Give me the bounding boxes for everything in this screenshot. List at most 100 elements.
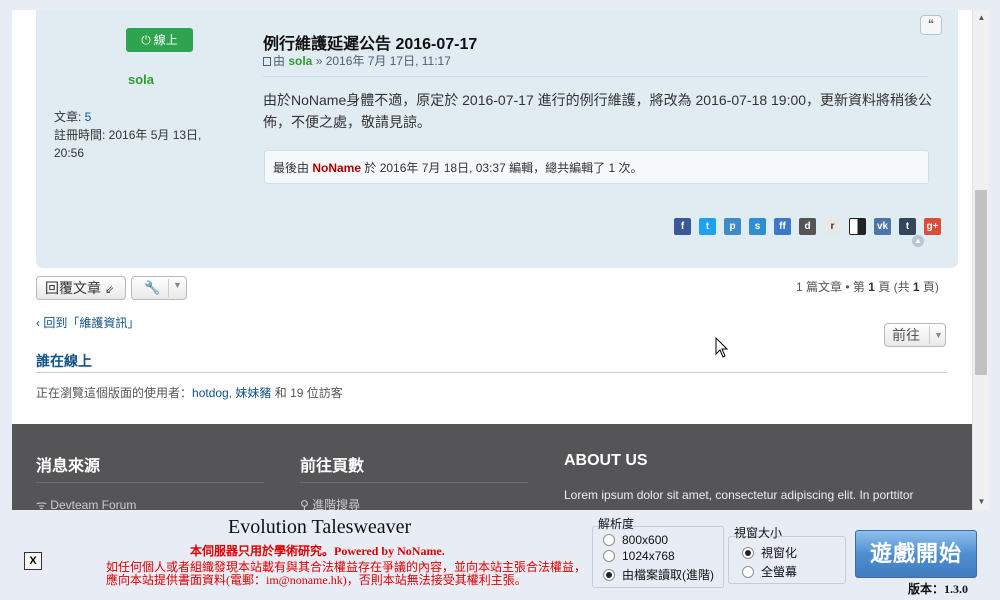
version-label: 版本：1.3.0 — [908, 582, 969, 596]
post-card: ⏻ 線上 sola 文章: 5 註冊時間: 2016年 5月 13日, 20:56… — [36, 10, 958, 268]
scroll-up-arrow-icon[interactable]: ▲ — [973, 10, 990, 26]
resolution-label: 解析度 — [598, 517, 635, 531]
post-meta: 由 sola » 2016年 7月 17日, 11:17 — [263, 52, 451, 69]
pagination-mid: 頁 (共 — [874, 280, 913, 294]
post-title[interactable]: 例行維護延遲公告 2016-07-17 — [263, 30, 477, 54]
window-option[interactable]: 視窗化 — [742, 544, 797, 561]
post-meta-user[interactable]: sola — [288, 54, 312, 68]
footer-about-text: Lorem ipsum dolor sit amet, consectetur … — [564, 488, 914, 502]
pagination-suffix: 頁) — [919, 280, 939, 294]
resolution-option[interactable]: 800x600 — [603, 533, 668, 547]
author-profile: 文章: 5 註冊時間: 2016年 5月 13日, 20:56 — [54, 108, 224, 162]
quote-button[interactable]: “ — [920, 15, 942, 35]
back-to-forum-link[interactable]: ‹ 回到「維護資訊」 — [36, 314, 139, 331]
radio-button[interactable] — [742, 547, 754, 559]
mouse-cursor-icon — [715, 337, 729, 358]
research-notice: 本伺服器只用於學術研究。Powered by NoName. — [190, 544, 445, 558]
pagination-page: 1 — [868, 280, 875, 294]
twitter-icon[interactable]: t — [699, 218, 716, 235]
pagination-prefix: 1 篇文章 • 第 — [796, 280, 869, 294]
legal-notice: 如任何個人或者組織發現本站載有與其合法權益存在爭議的內容，並向本站主張合法權益，… — [106, 560, 587, 587]
tools-separator — [168, 279, 169, 297]
search-icon: ⚲ — [300, 498, 313, 510]
back-link-label: 回到「維護資訊」 — [43, 316, 140, 330]
reply-button[interactable]: 回覆文章 ⇙ — [36, 276, 126, 300]
facebook-icon[interactable]: f — [674, 218, 691, 235]
resolution-option-label: 由檔案讀取(進階) — [622, 568, 714, 582]
online-badge-label: 線上 — [153, 33, 178, 47]
vertical-scrollbar[interactable]: ▲ ▼ — [972, 10, 989, 510]
chevron-down-icon: ▼ — [934, 330, 943, 340]
resolution-option[interactable]: 1024x768 — [603, 549, 675, 563]
footer-link-devteam[interactable]: ᯤ Devteam Forum — [36, 496, 136, 510]
window-size-label: 視窗大小 — [734, 526, 783, 540]
delicious-icon[interactable] — [849, 218, 866, 235]
share-icon[interactable]: s — [749, 218, 766, 235]
game-title: Evolution Talesweaver — [228, 516, 412, 538]
jump-separator — [929, 326, 930, 344]
reply-arrow-icon: ⇙ — [105, 284, 115, 296]
post-author[interactable]: sola — [128, 72, 154, 87]
launcher-panel: X Evolution Talesweaver 本伺服器只用於學術研究。Powe… — [0, 510, 1000, 600]
radio-button[interactable] — [603, 534, 615, 546]
whos-online-title: 誰在線上 — [36, 353, 92, 369]
footer-divider — [300, 482, 528, 483]
share-bar: f t p s ff d r vk t g+ — [674, 218, 941, 235]
online-badge: ⏻ 線上 — [126, 28, 193, 52]
resolution-option-label: 800x600 — [622, 533, 669, 547]
site-footer: 消息來源 ᯤ Devteam Forum 前往頁數 ⚲ 進階搜尋 ABOUT U… — [12, 424, 972, 510]
close-button[interactable]: X — [24, 552, 42, 570]
jump-to-dropdown[interactable]: 前往 ▼ — [884, 323, 946, 347]
tumblr-icon[interactable]: t — [899, 218, 916, 235]
edit-notice: 最後由 NoName 於 2016年 7月 18日, 03:37 編輯，總共編輯… — [264, 150, 929, 184]
start-game-button[interactable]: 遊戲開始 — [855, 530, 977, 578]
jump-to-label: 前往 — [892, 327, 920, 343]
forum-page: ⏻ 線上 sola 文章: 5 註冊時間: 2016年 5月 13日, 20:56… — [12, 10, 972, 424]
edit-user[interactable]: NoName — [312, 161, 361, 175]
vk-icon[interactable]: vk — [874, 218, 891, 235]
digg-icon[interactable]: d — [799, 218, 816, 235]
friendfeed-icon[interactable]: ff — [774, 218, 791, 235]
edit-suffix: 於 2016年 7月 18日, 03:37 編輯，總共編輯了 1 次。 — [361, 161, 643, 175]
pagination-info: 1 篇文章 • 第 1 頁 (共 1 頁) — [796, 278, 939, 295]
googleplus-icon[interactable]: g+ — [924, 218, 941, 235]
window-option-label: 視窗化 — [761, 546, 798, 560]
footer-title-goto: 前往頁數 — [300, 458, 365, 475]
footer-link-label: Devteam Forum — [50, 498, 137, 510]
footer-link-advanced-search[interactable]: ⚲ 進階搜尋 — [300, 496, 360, 510]
post-meta-date: » 2016年 7月 17日, 11:17 — [312, 54, 451, 68]
scroll-down-arrow-icon[interactable]: ▼ — [973, 494, 990, 510]
window-option-label: 全螢幕 — [761, 565, 798, 579]
pagination-total: 1 — [912, 280, 920, 294]
post-body: 由於NoName身體不適，原定於 2016-07-17 進行的例行維護，將改為 … — [263, 92, 933, 130]
reddit-icon[interactable]: r — [824, 218, 841, 235]
footer-title-sources: 消息來源 — [36, 458, 101, 475]
back-to-top-icon[interactable]: ▲ — [912, 235, 924, 247]
whos-online-divider — [36, 372, 947, 373]
radio-button[interactable] — [742, 566, 754, 578]
radio-button[interactable] — [603, 569, 615, 581]
post-meta-by: 由 — [273, 54, 289, 68]
joined-date: 註冊時間: 2016年 5月 13日, 20:56 — [54, 128, 202, 160]
post-icon — [263, 57, 271, 66]
posts-count-link[interactable]: 5 — [85, 110, 92, 124]
footer-divider — [36, 482, 264, 483]
whos-online-prefix: 正在瀏覽這個版面的使用者： — [36, 386, 193, 400]
post-divider — [263, 76, 928, 77]
posts-label: 文章: — [54, 110, 85, 124]
reply-label: 回覆文章 — [45, 280, 101, 296]
whos-online-text: 正在瀏覽這個版面的使用者：hotdog, 妹妹豬 和 19 位訪客 — [36, 384, 343, 401]
edit-prefix: 最後由 — [273, 161, 313, 175]
scroll-thumb[interactable] — [975, 190, 987, 375]
resolution-option[interactable]: 由檔案讀取(進階) — [603, 566, 714, 583]
tools-dropdown[interactable]: 🔧 ▼ — [131, 276, 187, 300]
chevron-down-icon: ▼ — [173, 280, 182, 290]
window-option[interactable]: 全螢幕 — [742, 563, 797, 580]
wrench-icon: 🔧 — [144, 280, 161, 295]
radio-button[interactable] — [603, 550, 615, 562]
plurk-icon[interactable]: p — [724, 218, 741, 235]
rss-icon: ᯤ — [36, 498, 51, 510]
whos-online-suffix: 和 19 位訪客 — [271, 386, 343, 400]
online-user-link[interactable]: hotdog — [192, 386, 229, 400]
online-user-link[interactable]: 妹妹豬 — [235, 386, 271, 400]
